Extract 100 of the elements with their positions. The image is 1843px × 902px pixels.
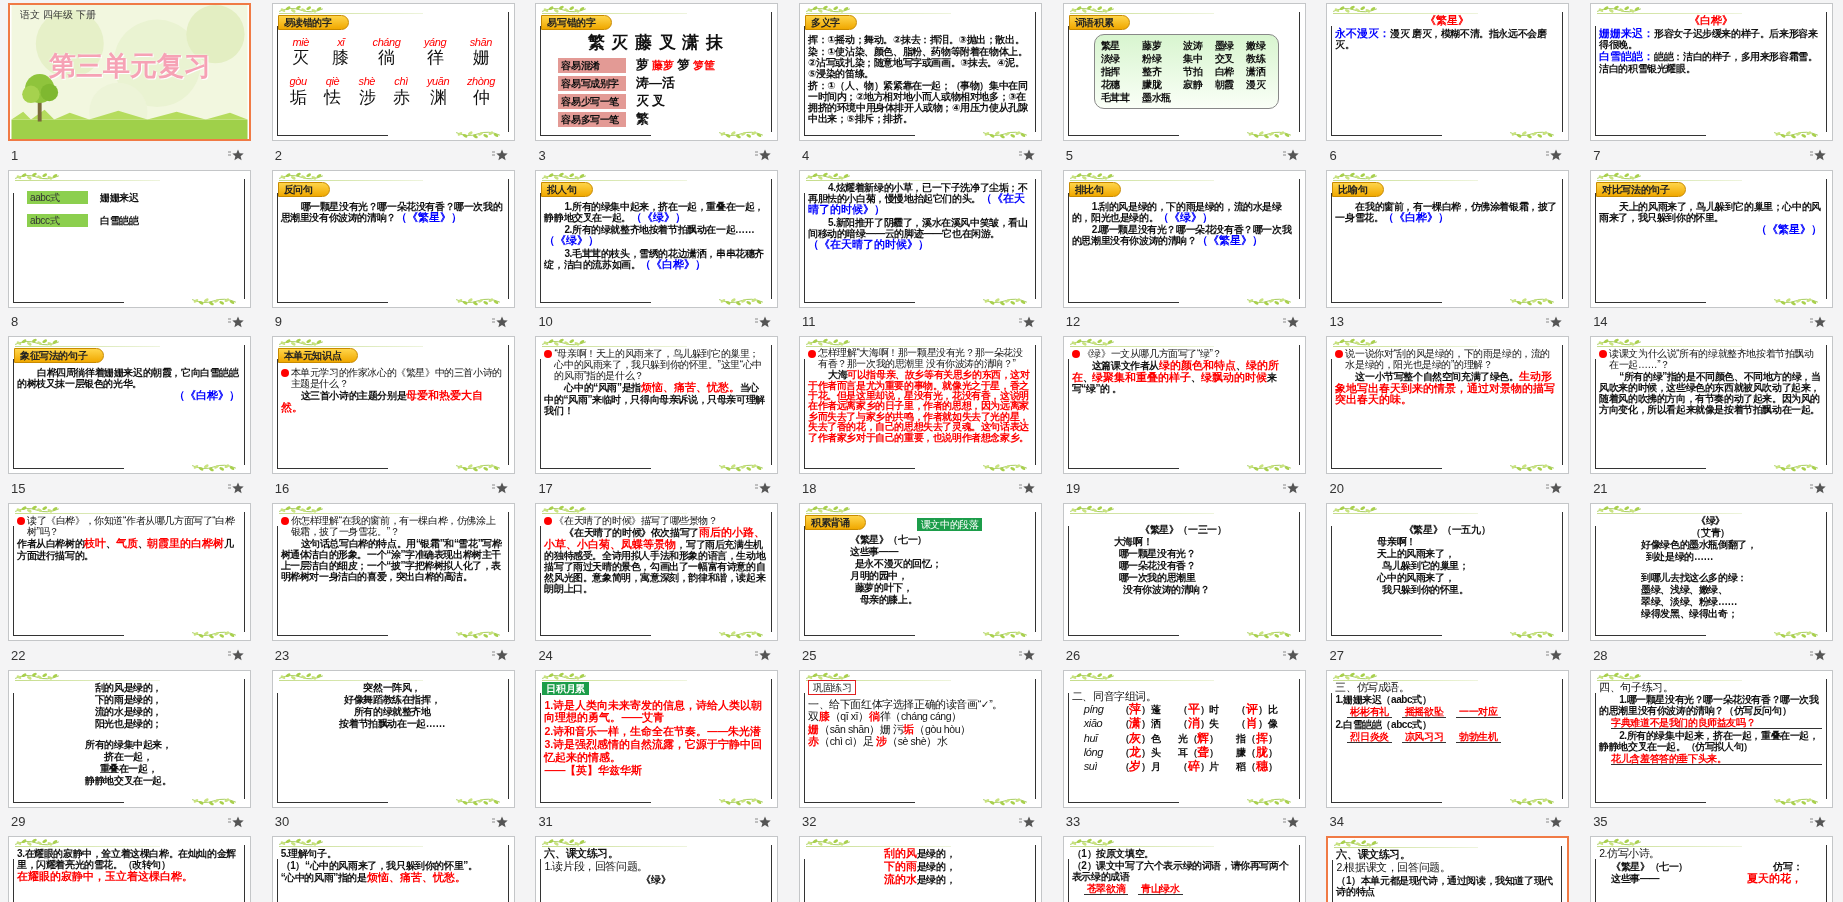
- bullet-dot-icon: [1599, 350, 1608, 359]
- pattern-label: abcc式: [27, 213, 88, 227]
- slide-thumbnail[interactable]: 《白桦》 姗姗来迟：形容女子迟步缓来的样子。后来形容来得很晚。 白雪皑皑：皑皑：洁白的样子，多用来形容霜雪。洁白的积雪银光耀眼。: [1590, 3, 1834, 141]
- slide-thumbnail[interactable]: 刮的风是绿的， 下的雨是绿的， 流的水是绿的，: [799, 836, 1043, 902]
- slide-number: 33: [1065, 814, 1081, 830]
- animation-star-icon: [1809, 315, 1828, 328]
- animation-star-icon: [754, 149, 773, 161]
- slide-number: 29: [11, 814, 26, 830]
- character-text: 涛—活: [636, 76, 675, 91]
- vine-drawing: [1508, 630, 1557, 640]
- vine-drawing: [13, 171, 61, 181]
- slide-thumbnail[interactable]: 《在天晴了的时候》描写了哪些景物？ 《在天晴了的时候》依次描写了雨后的小路、小草、小白菊、凤蝶等景物，写了雨后充满生机的独特感受。全诗用拟人手法和形象的语言，生动地描写了雨过天晴的景色，勾画出了一幅富有诗意的自然风光图。意象简明，寓意深刻，韵律和谐，读起来朗朗上口。: [535, 503, 779, 642]
- word-blank: （平）时: [1178, 703, 1220, 717]
- slide-thumbnail[interactable]: 读课文为什么说“所有的绿就整齐地按着节拍飘动在一起……”？ “所有的绿”指的是不同颜色、不同地方的绿，当风吹来的时候，这些绿色的东西就被风吹动了起来，随着风的吹拂的方向，有节奏的动了起来。因为风的方向变化，所以看起来就像是按着节拍飘动在一起。: [1590, 336, 1834, 475]
- slide-thumbnail[interactable]: 语文 四年级 下册 第三单元复习: [8, 3, 251, 141]
- slide-thumbnail[interactable]: 《绿》 （艾青） 好像绿色的墨水瓶倒翻了， 到处是绿的…… 到哪儿去找这么多的绿： 墨绿、浅绿、嫩绿、 翠绿、淡绿、粉绿…… 绿得发黑、绿得出奇；: [1590, 503, 1834, 642]
- slide-thumbnail[interactable]: 易写错的字 繁 灭 藤 叉 潇 抹 容易混淆 萝 藤萝 箩 箩筐 容易写成别字 涛—活 容易少写一笔 灭 叉 容易多写一笔 繁: [535, 3, 779, 141]
- slide-number: 28: [1593, 647, 1608, 663]
- slide-thumbnail[interactable]: 巩固练习 一、给下面红体字选择正确的读音画“✓”。 双膝（qī xī）徜徉（cháng cáng） 姗（sān shān）姗 污垢（gòu hòu） 赤（chì cì）足 涉（sè shè）水: [799, 669, 1043, 808]
- slide-number: 24: [538, 647, 553, 663]
- slide-thumbnail[interactable]: 积累背诵 课文中的段落 《繁星》（七一） 这些事—— 是永不漫灭的回忆； 月明的园中， 藤萝的叶下， 母亲的膝上。: [799, 503, 1043, 642]
- slide-thumbnail[interactable]: 排比句 1.刮的风是绿的，下的雨是绿的，流的水是绿的，阳光也是绿的。（《绿》） 2.哪一颗星没有光？哪一朵花没有香？哪一次我的思潮里没有你波涛的清响？（《繁星》）: [1062, 169, 1306, 308]
- vine-drawing: [1508, 130, 1557, 139]
- slide-thumbnail[interactable]: 对比写法的句子 天上的风雨来了，鸟儿躲到它的巢里；心中的风雨来了，我只躲到你的怀里。 （《繁星》）: [1590, 169, 1834, 308]
- slide-thumbnail[interactable]: 日积月累 1.诗是人类向未来寄发的信息，诗给人类以朝向理想的勇气。——艾青 2.诗和音乐一样，生命全在节奏。——朱光潜 3.诗是强烈感情的自然流露，它源于宁静中回忆起来的情感。 ——【英】华兹华斯: [535, 669, 779, 808]
- slide-number: 17: [538, 480, 553, 496]
- slide-thumbnail[interactable]: 3.在耀眼的寂静中，耸立着这棵白桦。在灿灿的金辉里，闪耀着亮光的雪花。（改转句） 在耀眼的寂静中，玉立着这棵白桦。: [8, 836, 251, 902]
- word-text: 墨水瓶: [1141, 92, 1172, 103]
- slide-thumbnail[interactable]: 突然一阵风， 好像舞蹈教练在指挥， 所有的绿就整齐地 按着节拍飘动在一起……: [271, 669, 515, 808]
- slide-thumbnail[interactable]: 说一说你对“刮的风是绿的，下的雨是绿的，流的水是绿的，阳光也是绿的”的理解？ 这一小节写整个自然空间充满了绿色。生动形象地写出春天到来的情景，通过对景物的描写突出春天的味。: [1326, 336, 1570, 475]
- word-blank: （潇）洒: [1119, 717, 1162, 731]
- word-blank: 光（辉）: [1178, 731, 1220, 745]
- slide-thumbnail[interactable]: 刮的风是绿的， 下的雨是绿的， 流的水是绿的， 阳光也是绿的； 所有的绿集中起来， 挤在一起， 重叠在一起， 静静地交叉在一起。: [8, 669, 251, 808]
- slide-thumbnail[interactable]: 二、同音字组词。 píng （萍）蓬 （平）时 （评）比 xiāo （潇）洒 （消）失 （肖）像 huī （灰）色 光（辉） 指（挥） lóng （龙）头 耳（聋） 朦（胧） suì （岁）月 （碎）片 稻（穗）: [1062, 669, 1306, 808]
- slide-text: 染：①使沾染、颜色、脂粉、药物等附着在物体上。②沾写或扎染；随意地写字或画画。③抹去。④泥。⑤浸染的笛绦。: [808, 46, 1029, 79]
- slide-text: （1）按原文填空。: [1071, 848, 1155, 860]
- slide-thumbnail[interactable]: 易读错的字 miè 灭 xī 膝 cháng 徜 yáng 徉 shān 姗 gòu 垢 qiè 怯 shè 涉 chì 赤 yuān 渊 zhòng 仲: [271, 3, 515, 141]
- vine-drawing: [190, 630, 238, 640]
- slide-thumbnail[interactable]: 2.仿写小诗。 《繁星》（七一） 仿写： 这些事—— 夏天的花，: [1590, 836, 1834, 902]
- vine-drawing: [1244, 463, 1293, 473]
- word-blank: 耳（聋）: [1178, 745, 1220, 759]
- vine-drawing: [1595, 838, 1644, 848]
- slide-thumbnail[interactable]: 《繁星》（一三一） 大海啊！ 哪一颗星没有光？ 哪一朵花没有香？ 哪一次我的思潮里 没有你波涛的清响？: [1062, 503, 1306, 642]
- slide-text: 这篇课文作者从绿的颜色和特点、绿的所在、绿聚集和重叠的样子、绿飘动的时候来写“绿”的 。: [1071, 360, 1280, 395]
- vine-drawing: [981, 296, 1030, 306]
- slide-text: 白桦四周徜徉着姗姗来迟的朝霞，它向白雪皑皑的树枝又抹一层银色的光华。: [17, 367, 240, 390]
- vine-drawing: [804, 171, 853, 181]
- slide-thumbnail[interactable]: 读了《白桦》，你知道“作者从哪几方面写了“白桦树”吗？ 作者从白桦树的枝叶、气质、朝霞里的白桦树几方面进行描写的。: [8, 503, 251, 642]
- character-text: 繁: [636, 112, 649, 127]
- slide-thumbnail[interactable]: aabc式 姗姗来迟 abcc式 白雪皑皑: [8, 169, 251, 308]
- slide-thumbnail[interactable]: 《繁星》 永不漫灭：漫灭 磨灭，模糊不清。指永远不会磨灭。: [1326, 3, 1570, 141]
- answer-text: 摇摇欲坠: [1401, 706, 1447, 719]
- slide-thumbnail[interactable]: 象征写法的句子 白桦四周徜徉着姗姗来迟的朝霞，它向白雪皑皑的树枝又抹一层银色的光华。 （《白桦》）: [8, 336, 251, 475]
- animation-star-icon: [227, 149, 245, 161]
- word-blank: （萍）蓬: [1119, 703, 1162, 717]
- slide-thumbnail[interactable]: （1）按原文填空。 （2）课文中写了六个表示绿的词语，请你再写两个表示绿的成语 苍翠欲滴 青山绿水: [1062, 836, 1306, 902]
- slide-text: 二、同音字组词。: [1071, 690, 1158, 703]
- slide-thumbnail[interactable]: 三、仿写成语。 1.姗姗来迟（aabc式） 彬彬有礼 摇摇欲坠 一一对应 2.白雪皑皑（abcc式） 烈日炎炎 凉风习习 勃勃生机: [1326, 669, 1570, 808]
- character-text: 涉: [358, 87, 376, 108]
- slide-thumbnail[interactable]: 反问句 哪一颗星没有光？哪一朵花没有香？哪一次我的思潮里没有你波涛的清响？（《繁星》）: [271, 169, 515, 308]
- slide-thumbnail[interactable]: “母亲啊！天上的风雨来了，鸟儿躲到它的巢里；心中的风雨来了，我只躲到你的怀里。”这里“心中的风雨”指的是什么？ 心中的“风雨”是指烦恼、痛苦、忧愁。当心中的“风雨”来临时，只得向母亲诉说，只母亲可理解我们！: [535, 336, 779, 475]
- word-text: 藤萝: [1141, 40, 1163, 51]
- slide-text: 这一小节写整个自然空间充满了绿色。生动形象地写出春天到来的情景，通过对景物的描写突出春天的味。: [1335, 371, 1557, 406]
- slide-text: 刮的风是绿的，: [882, 848, 957, 860]
- word-text: 交叉: [1214, 53, 1235, 64]
- quote-text: 2.诗和音乐一样，生命全在节奏。——朱光潜: [544, 724, 763, 738]
- pinyin-text: chì: [394, 75, 408, 88]
- slide-thumbnail[interactable]: [799, 336, 1043, 475]
- word-text: 墨绿: [1214, 40, 1235, 51]
- section-tag: 拟人句: [541, 181, 594, 197]
- slide-thumbnail[interactable]: 六、课文练习。 1.读片段，回答问题。 《绿》: [535, 836, 779, 902]
- animation-star-icon: [490, 815, 509, 828]
- slide-text: 永不漫灭：漫灭 磨灭，模糊不清。指永远不会磨灭。: [1335, 27, 1548, 51]
- slide-thumbnail[interactable]: 《繁星》（一五九） 母亲啊！ 天上的风雨来了， 鸟儿躲到它的巢里； 心中的风雨来了， 我只躲到你的怀里。: [1326, 503, 1570, 642]
- poem-line: 是永不漫灭的回忆；: [853, 558, 943, 570]
- slide-thumbnail[interactable]: 四、句子练习。 1.哪一颗星没有光？哪一朵花没有香？哪一次我的思潮里没有你波涛的清响？（仿写反问句） 字典难道不是我们的良师益友吗？ 2.所有的绿集中起来，挤在一起，重叠在一起，静静地交叉在一起。（仿写拟人句） 花儿含羞答答的垂下头来。: [1590, 669, 1834, 808]
- slide-thumbnail[interactable]: 多义字 挥：①摇动；舞动。②抹去：挥泪。③抛出；散出。 染：①使沾染、颜色、脂粉、药物等附着在物体上。②沾写或扎染；随意地写字或画画。③抹去。④泥。⑤浸染的笛绦。 挤：①（人、物）紧紧靠在一起；（事物）集中在同一时间内；②地方相对地小而人或物相对地多；③在拥挤的环境中用身体排开人或物；④用压力使从孔隙中出来；⑤排斥；排挤。: [799, 3, 1043, 141]
- poem-line: 天上的风雨来了，: [1376, 548, 1456, 560]
- slide-thumbnail[interactable]: 《绿》一文从哪几方面写了“绿”？ 这篇课文作者从绿的颜色和特点、绿的所在、绿聚集和重叠的样子、绿飘动的时候来写“绿”的 。: [1062, 336, 1306, 475]
- slide-text: 三、仿写成语。: [1335, 681, 1411, 694]
- slide-thumbnail[interactable]: 5.理解句子。 （1）“心中的风雨来了，我只躲到你的怀里”。 “心中的风雨”指的是烦恼、痛苦、忧愁。: [271, 836, 515, 902]
- vine-drawing: [540, 505, 589, 515]
- bullet-dot-icon: [1071, 350, 1080, 359]
- word-text: 朝霞: [1214, 79, 1235, 90]
- slide-text: 1.哪一颗星没有光？哪一朵花没有香？哪一次我的思潮里没有你波涛的清响？（仿写反问句）: [1599, 694, 1820, 717]
- slide-thumbnail[interactable]: 比喻句 在我的窗前，有一棵白桦，仿佛涂着银霜，披了一身雪花。（《白桦》）: [1326, 169, 1570, 308]
- section-tag: 多义字: [805, 15, 857, 30]
- question-text: 说一说你对“刮的风是绿的，下的雨是绿的，流的水是绿的，阳光也是绿的”的理解？: [1345, 348, 1551, 371]
- poem-line: 仿写：: [1773, 861, 1803, 872]
- slide-thumbnail[interactable]: 词语积累 繁星 藤萝 波涛 墨绿 嫩绿 淡绿 粉绿 集中 交叉 教练 指挥 整齐 节拍 白桦 潇洒 花穗 朦胧 寂静 朝霞 漫灭 毛茸茸 墨水瓶: [1062, 3, 1306, 141]
- slide-thumbnail[interactable]: 4.炫耀着新绿的小草，已一下子洗净了尘垢；不再胆怯的小白菊，慢慢地抬起它们的头。（《在天晴了的时候》） 5.新阳推开了阴霾了，溪水在溪风中笑皱，看山间移动的暗绿——云的脚迹——它也在闲游。 （《在天晴了的时候》）: [799, 169, 1043, 308]
- slide-thumbnail[interactable]: 本单元知识点 本单元学习的作家冰心的《繁星》中的三首小诗的主题是什么？ 这三首小诗的主题分别是母爱和热爱大自然。: [271, 336, 515, 475]
- slide-thumbnail[interactable]: 六、课文练习。 2.根据课文，回答问题。 （1）本单元都是现代诗，通过阅读，我知道了现代诗的特点: [1326, 836, 1570, 902]
- section-tag: 巩固练习: [808, 679, 857, 695]
- word-text: 粉绿: [1141, 53, 1163, 64]
- word-text: 节拍: [1183, 66, 1204, 77]
- slide-thumbnail[interactable]: 拟人句 1.所有的绿集中起来，挤在一起，重叠在一起，静静地交叉在一起。（《绿》） 2.所有的绿就整齐地按着节拍飘动在一起…… （《绿》） 3.毛茸茸的枝头，雪绣的花边潇洒，串串花穗齐绽，洁白的流苏如画。（《白桦》）: [535, 169, 779, 308]
- slide-thumbnail[interactable]: 你怎样理解“在我的窗前，有一棵白桦，仿佛涂上银霜，披了一身雪花。”？ 这句话总写白桦的特点。用“银霜”和“雪花”写桦树通体洁白的形象。一个“涂”字准确表现出桦树主干上一层洁白的细皮；一个“披”字把桦树拟人化了，表明桦树对一身洁白的喜爱，突出白桦的高洁。: [271, 503, 515, 642]
- slide-number: 15: [11, 480, 26, 496]
- vine-drawing: [717, 796, 766, 806]
